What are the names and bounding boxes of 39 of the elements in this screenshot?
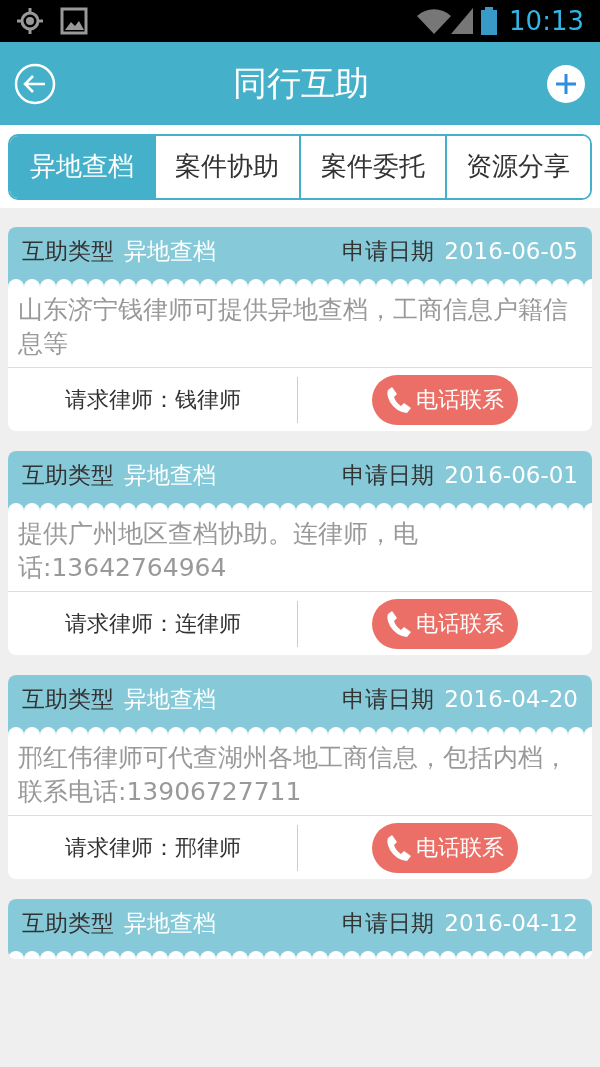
type-value: 异地查档 [124, 460, 216, 490]
page-title: 同行互助 [233, 62, 369, 105]
tab[interactable]: 异地查档 [10, 135, 154, 198]
phone-icon [386, 385, 412, 414]
signal-icon [451, 8, 474, 34]
tab[interactable]: 资源分享 [444, 135, 590, 198]
type-label: 互助类型 [22, 908, 114, 938]
date-label: 申请日期 [342, 236, 435, 266]
wifi-icon [417, 8, 452, 34]
type-value: 异地查档 [124, 908, 216, 938]
type-label: 互助类型 [22, 236, 114, 266]
add-icon[interactable] [546, 63, 586, 104]
card-description: 邢红伟律师可代查湖州各地工商信息，包括内档，联系电话:13906727711 [17, 742, 569, 808]
type-label: 互助类型 [22, 460, 114, 490]
date-value: 2016-04-12 [444, 908, 578, 938]
type-value: 异地查档 [124, 236, 216, 266]
date-label: 申请日期 [342, 460, 435, 490]
requesting-lawyer: 请求律师：连律师 [64, 610, 241, 638]
date-value: 2016-06-01 [444, 460, 578, 490]
card-description: 提供广州地区查档协助。连律师，电话:13642764964 [17, 518, 419, 584]
back-icon[interactable] [14, 62, 56, 105]
date-value: 2016-06-05 [444, 236, 578, 266]
phone-icon [386, 609, 412, 638]
card-description: 山东济宁钱律师可提供异地查档，工商信息户籍信息等 [17, 294, 569, 360]
type-value: 异地查档 [124, 684, 216, 714]
requesting-lawyer: 请求律师：钱律师 [64, 386, 241, 414]
call-button[interactable]: 电话联系 [372, 374, 518, 425]
call-button[interactable]: 电话联系 [372, 598, 518, 649]
date-value: 2016-04-20 [444, 684, 578, 714]
type-label: 互助类型 [22, 684, 114, 714]
clock-time: 10:13 [509, 4, 584, 38]
phone-icon [386, 833, 412, 862]
image-icon [60, 7, 88, 35]
requesting-lawyer: 请求律师：邢律师 [64, 834, 241, 862]
call-button[interactable]: 电话联系 [372, 822, 518, 873]
location-icon [16, 7, 44, 35]
date-label: 申请日期 [342, 684, 435, 714]
battery-icon [481, 7, 498, 35]
date-label: 申请日期 [342, 908, 435, 938]
